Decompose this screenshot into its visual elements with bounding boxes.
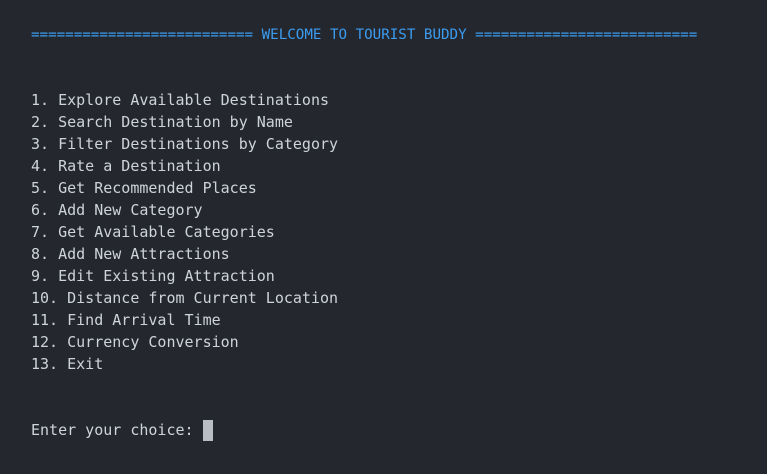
menu-item-rate-destination: 4. Rate a Destination	[31, 157, 221, 175]
menu-item-explore-destinations: 1. Explore Available Destinations	[31, 91, 330, 109]
menu-item-recommended-places: 5. Get Recommended Places	[31, 179, 257, 197]
menu-list: 1. Explore Available Destinations 2. Sea…	[31, 89, 338, 375]
menu-item-currency-conversion: 12. Currency Conversion	[31, 333, 239, 351]
input-prompt-line[interactable]: Enter your choice:	[31, 419, 213, 441]
welcome-banner: ========================== WELCOME TO TO…	[31, 27, 698, 43]
menu-item-exit: 13. Exit	[31, 355, 104, 373]
menu-item-add-category: 6. Add New Category	[31, 201, 203, 219]
menu-item-arrival-time: 11. Find Arrival Time	[31, 311, 221, 329]
text-cursor[interactable]	[202, 419, 213, 441]
terminal-window: ========================== WELCOME TO TO…	[0, 0, 767, 474]
menu-item-filter-destinations: 3. Filter Destinations by Category	[31, 135, 339, 153]
menu-item-distance: 10. Distance from Current Location	[31, 289, 339, 307]
menu-item-edit-attraction: 9. Edit Existing Attraction	[31, 267, 275, 285]
menu-item-add-attractions: 8. Add New Attractions	[31, 245, 230, 263]
menu-item-search-destination: 2. Search Destination by Name	[31, 113, 293, 131]
prompt-label: Enter your choice:	[31, 421, 194, 439]
menu-item-available-categories: 7. Get Available Categories	[31, 223, 275, 241]
